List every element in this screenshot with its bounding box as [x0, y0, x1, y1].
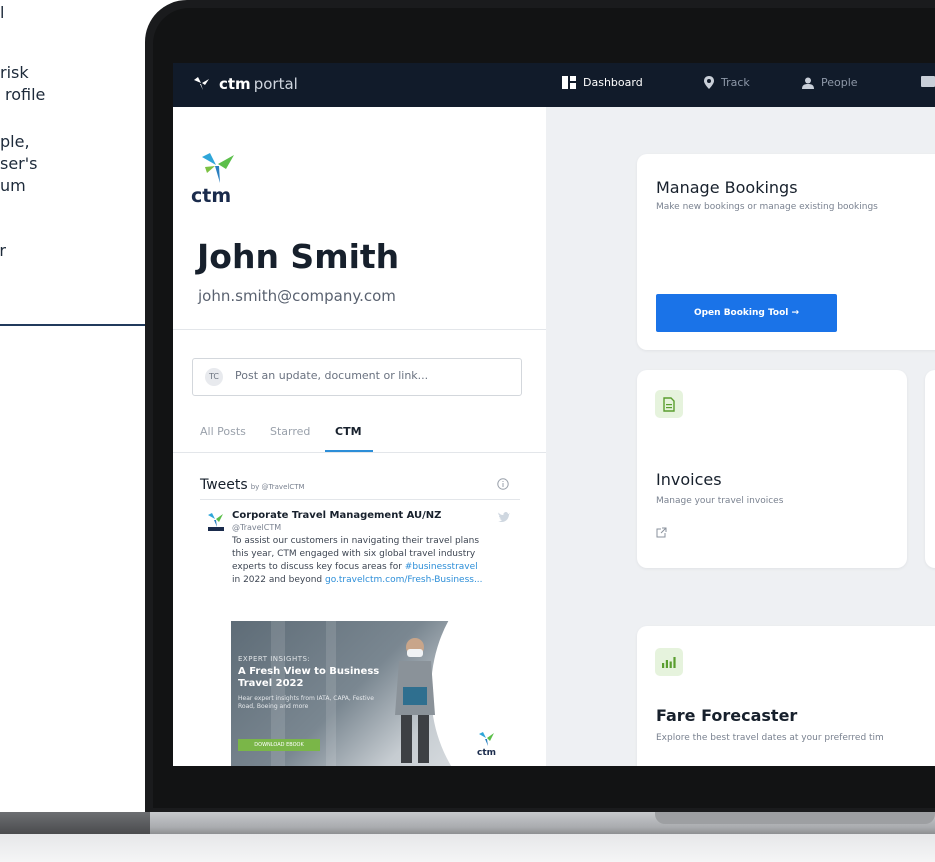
traveller-figure: [395, 638, 435, 763]
messages-icon: [921, 76, 935, 87]
marketing-line: ple,: [0, 132, 30, 151]
nav-people-label: People: [821, 76, 858, 89]
download-ebook-button[interactable]: DOWNLOAD EBOOK: [238, 739, 320, 751]
image-beam: [326, 621, 336, 766]
image-logo-text: ctm: [477, 748, 497, 758]
open-booking-tool-button[interactable]: Open Booking Tool →: [656, 294, 837, 332]
tab-all-posts[interactable]: All Posts: [200, 425, 246, 438]
tweet-line: experts to discuss key focus areas for #…: [232, 561, 522, 574]
manage-bookings-title: Manage Bookings: [656, 178, 798, 197]
tweet-line-text: experts to discuss key focus areas for: [232, 562, 405, 572]
invoices-icon-tile: [655, 390, 683, 418]
profile-panel: ctm John Smith john.smith@company.com TC…: [173, 107, 546, 766]
ctm-logo-icon: [479, 732, 494, 746]
nav-track-label: Track: [721, 76, 750, 89]
tweet-line-text: in 2022 and beyond: [232, 575, 325, 585]
tabs-divider: [173, 452, 546, 453]
document-icon: [663, 396, 675, 412]
tweet-line: this year, CTM engaged with six global t…: [232, 549, 476, 559]
laptop-notch: [655, 812, 935, 824]
tweets-title: Tweets: [200, 477, 248, 493]
tweet-line: in 2022 and beyond go.travelctm.com/Fres…: [232, 574, 522, 587]
tweet-author[interactable]: Corporate Travel Management AU/NZ: [232, 510, 441, 521]
nav-dashboard[interactable]: Dashboard: [562, 76, 643, 89]
top-navigation-bar: ctm portal Dashboard Track People: [173, 63, 935, 107]
twitter-bird-icon[interactable]: [498, 512, 510, 522]
avatar: TC: [205, 368, 223, 386]
brand-portal: portal: [253, 75, 298, 93]
marketing-line: risk: [0, 63, 29, 82]
ctm-logo-icon: [202, 153, 234, 183]
fare-forecaster-subtitle: Explore the best travel dates at your pr…: [656, 733, 884, 743]
brand-name: ctm: [219, 75, 251, 93]
fare-forecaster-title: Fare Forecaster: [656, 706, 798, 725]
user-name: John Smith: [197, 237, 400, 276]
bar-chart-icon: [662, 657, 676, 668]
nav-dashboard-label: Dashboard: [583, 76, 643, 89]
tweets-heading: Tweets by @TravelCTM: [200, 477, 305, 493]
manage-bookings-subtitle: Make new bookings or manage existing boo…: [656, 202, 878, 212]
laptop-foot: [0, 834, 935, 862]
tweets-divider: [200, 499, 520, 500]
image-subtitle: Hear expert insights from IATA, CAPA, Fe…: [238, 695, 374, 710]
person-icon: [802, 77, 814, 89]
marketing-line: ser's: [0, 154, 38, 173]
post-update-input[interactable]: TC Post an update, document or link...: [192, 358, 522, 396]
secondary-card[interactable]: [925, 370, 935, 568]
nav-track[interactable]: Track: [704, 76, 750, 89]
manage-bookings-card: Manage Bookings Make new bookings or man…: [637, 154, 935, 350]
post-placeholder: Post an update, document or link...: [235, 369, 429, 382]
tweet-media-image[interactable]: EXPERT INSIGHTS: A Fresh View to Busines…: [231, 621, 513, 766]
tweet-handle[interactable]: @TravelCTM: [232, 523, 281, 532]
tab-ctm[interactable]: CTM: [335, 425, 362, 438]
profile-divider: [173, 329, 546, 330]
tweet-line: To assist our customers in navigating th…: [232, 536, 480, 546]
ctm-portal-logo[interactable]: ctm portal: [193, 75, 298, 93]
tweet-body: To assist our customers in navigating th…: [232, 535, 522, 587]
image-title: A Fresh View to Business Travel 2022: [238, 666, 380, 689]
laptop-screen: ctm portal Dashboard Track People ctm Jo…: [173, 63, 935, 766]
ctm-logo-text: ctm: [191, 185, 232, 207]
invoices-card[interactable]: Invoices Manage your travel invoices: [637, 370, 907, 568]
tweets-by: by @TravelCTM: [250, 483, 305, 491]
nav-people[interactable]: People: [802, 76, 858, 89]
image-eyebrow: EXPERT INSIGHTS:: [238, 655, 311, 663]
invoices-subtitle: Manage your travel invoices: [656, 496, 784, 506]
fare-forecaster-card[interactable]: Fare Forecaster Explore the best travel …: [637, 626, 935, 766]
image-curve: [431, 621, 513, 766]
marketing-line: l: [0, 3, 5, 22]
nav-more[interactable]: [921, 76, 935, 87]
marketing-divider: [0, 324, 152, 326]
laptop-base-shadow: [0, 812, 150, 834]
user-email: john.smith@company.com: [198, 287, 396, 305]
location-pin-icon: [704, 76, 714, 89]
dashboard-icon: [562, 76, 576, 89]
tweet-hashtag[interactable]: #businesstravel: [405, 562, 478, 572]
marketing-line: um: [0, 176, 26, 195]
ctm-bird-icon: [194, 77, 209, 90]
marketing-line: rofile: [5, 85, 46, 104]
external-link-icon[interactable]: [656, 527, 667, 538]
marketing-line: your: [0, 241, 6, 260]
tweet-avatar-icon: [208, 513, 224, 531]
invoices-title: Invoices: [656, 470, 722, 489]
tweet-link[interactable]: go.travelctm.com/Fresh-Business...: [325, 575, 483, 585]
tab-starred[interactable]: Starred: [270, 425, 310, 438]
info-icon[interactable]: [497, 478, 509, 490]
fare-forecaster-icon-tile: [655, 648, 683, 676]
